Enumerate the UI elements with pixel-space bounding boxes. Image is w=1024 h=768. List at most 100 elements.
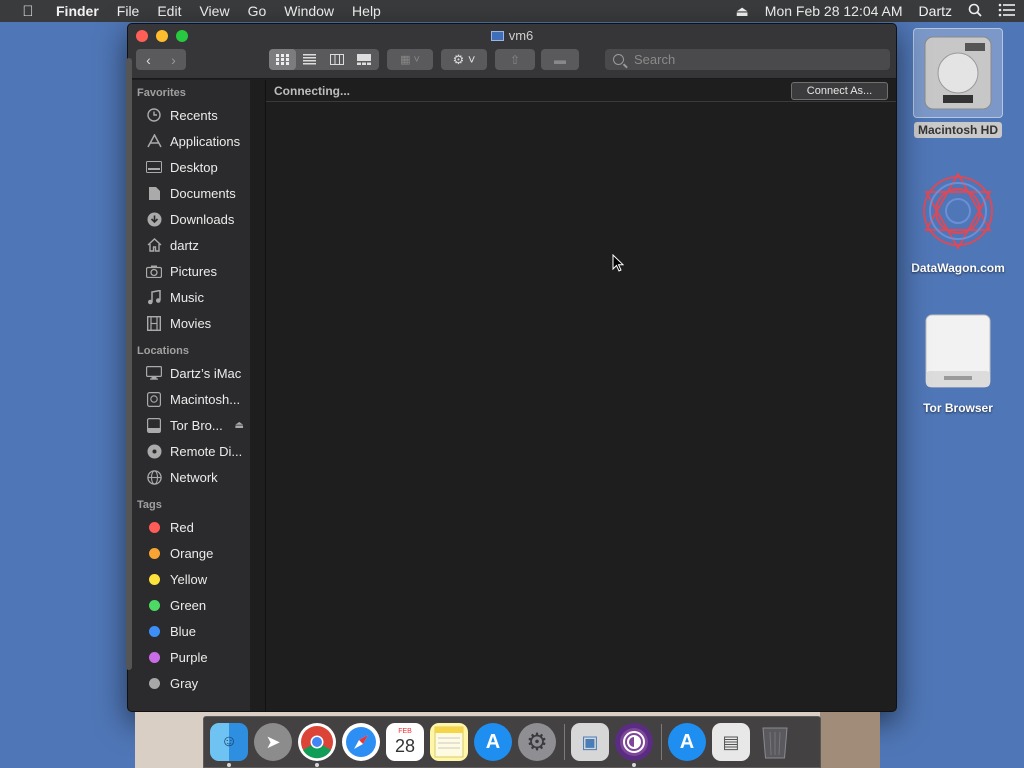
film-icon bbox=[145, 315, 163, 331]
sidebar-item-movies[interactable]: Movies bbox=[128, 310, 250, 336]
hard-disk-icon bbox=[913, 28, 1003, 118]
sidebar-item-macintosh-hd[interactable]: Macintosh... bbox=[128, 386, 250, 412]
sidebar-item-label: Green bbox=[170, 597, 207, 613]
desktop-icon-datawagon[interactable]: DataWagon.com bbox=[903, 166, 1013, 277]
share-button[interactable]: ⇧ bbox=[495, 49, 535, 70]
dock-documents-stack[interactable]: ▤ bbox=[712, 723, 750, 761]
menubar-clock[interactable]: Mon Feb 28 12:04 AM bbox=[765, 3, 903, 19]
dock-launchpad[interactable]: ➤ bbox=[254, 723, 292, 761]
forward-button[interactable]: › bbox=[161, 49, 186, 70]
tor-onion-icon bbox=[620, 728, 648, 756]
sidebar-item-label: Desktop bbox=[170, 159, 218, 175]
sidebar-item-downloads[interactable]: Downloads bbox=[128, 206, 250, 232]
dock-preview[interactable]: ▣ bbox=[571, 723, 609, 761]
window-toolbar: vm6 ‹ › ▦ ˅ ⚙ ˅ ⇧ ▬ Search bbox=[128, 24, 896, 79]
mouse-cursor-icon bbox=[612, 253, 625, 277]
app-store-icon: A bbox=[679, 730, 695, 753]
desktop-icon-label: DataWagon.com bbox=[911, 261, 1005, 275]
tag-color-dot bbox=[148, 547, 160, 559]
menu-go[interactable]: Go bbox=[239, 3, 276, 19]
download-icon bbox=[145, 211, 163, 227]
sidebar-scrollbar[interactable] bbox=[126, 58, 132, 670]
external-disk-icon bbox=[913, 306, 1003, 396]
globe-icon bbox=[145, 469, 163, 485]
group-by-button[interactable]: ▦ ˅ bbox=[387, 49, 433, 70]
spotlight-search-icon[interactable] bbox=[968, 3, 982, 20]
icon-view-button[interactable] bbox=[269, 49, 296, 70]
menubar-user[interactable]: Dartz bbox=[919, 3, 952, 19]
back-button[interactable]: ‹ bbox=[136, 49, 161, 70]
menu-help[interactable]: Help bbox=[343, 3, 390, 19]
navigation-buttons: ‹ › bbox=[136, 49, 186, 70]
desktop-icon-macintosh-hd[interactable]: Macintosh HD bbox=[903, 28, 1013, 139]
sidebar-tag-yellow[interactable]: Yellow bbox=[128, 566, 250, 592]
sidebar-tag-blue[interactable]: Blue bbox=[128, 618, 250, 644]
menu-finder[interactable]: Finder bbox=[56, 3, 108, 19]
sidebar-item-recents[interactable]: Recents bbox=[128, 102, 250, 128]
sidebar-item-applications[interactable]: Applications bbox=[128, 128, 250, 154]
dock-finder[interactable]: ☺ bbox=[210, 723, 248, 767]
sidebar-item-desktop[interactable]: Desktop bbox=[128, 154, 250, 180]
sidebar-item-remote-disc[interactable]: Remote Di... bbox=[128, 438, 250, 464]
desktop-icon-tor-browser[interactable]: Tor Browser bbox=[903, 306, 1013, 417]
home-icon bbox=[145, 237, 163, 253]
sidebar-item-label: Dartz’s iMac bbox=[170, 365, 242, 381]
sidebar-item-tor-browser[interactable]: Tor Bro... ⏏ bbox=[128, 412, 250, 438]
sidebar-tag-gray[interactable]: Gray bbox=[128, 670, 250, 696]
desktop-icon bbox=[145, 159, 163, 175]
menu-window[interactable]: Window bbox=[275, 3, 343, 19]
dock-safari[interactable] bbox=[342, 723, 380, 761]
dock-app-store[interactable]: A bbox=[474, 723, 512, 761]
tag-icon: ▬ bbox=[554, 52, 566, 67]
dock-notes[interactable] bbox=[430, 723, 468, 761]
apple-menu-icon[interactable]:  bbox=[0, 3, 56, 20]
sidebar-item-network[interactable]: Network bbox=[128, 464, 250, 490]
eject-icon[interactable]: ⏏ bbox=[736, 3, 749, 20]
sidebar-section-favorites: Favorites bbox=[137, 87, 186, 99]
menu-view[interactable]: View bbox=[190, 3, 238, 19]
sidebar-item-label: Gray bbox=[170, 675, 199, 691]
dock-trash[interactable] bbox=[756, 723, 794, 761]
dock-downloads-stack[interactable]: A bbox=[668, 723, 706, 761]
menu-edit[interactable]: Edit bbox=[148, 3, 190, 19]
sidebar-tag-green[interactable]: Green bbox=[128, 592, 250, 618]
edit-tags-button[interactable]: ▬ bbox=[541, 49, 579, 70]
connect-as-button[interactable]: Connect As... bbox=[791, 82, 888, 100]
app-store-icon: A bbox=[485, 730, 501, 753]
preview-icon: ▣ bbox=[581, 731, 599, 752]
sidebar-item-pictures[interactable]: Pictures bbox=[128, 258, 250, 284]
sidebar-item-documents[interactable]: Documents bbox=[128, 180, 250, 206]
running-indicator bbox=[632, 763, 636, 767]
calendar-day: 28 bbox=[394, 736, 416, 756]
dock-chrome[interactable] bbox=[298, 723, 336, 767]
list-view-button[interactable] bbox=[296, 49, 323, 70]
sidebar-item-dartz[interactable]: dartz bbox=[128, 232, 250, 258]
tag-color-dot bbox=[148, 521, 160, 533]
content-area[interactable]: Connecting... Connect As... bbox=[265, 80, 896, 711]
menu-file[interactable]: File bbox=[108, 3, 149, 19]
sidebar-item-label: Tor Bro... bbox=[170, 417, 223, 433]
desktop-icon-label: Macintosh HD bbox=[913, 122, 1002, 138]
connection-bar: Connecting... Connect As... bbox=[266, 80, 896, 102]
sidebar-item-label: Blue bbox=[170, 623, 197, 639]
sidebar-item-dartz-imac[interactable]: Dartz’s iMac bbox=[128, 360, 250, 386]
dock-system-preferences[interactable]: ⚙ bbox=[518, 723, 556, 761]
dock-tor-browser[interactable] bbox=[615, 723, 653, 767]
sidebar-tag-red[interactable]: Red bbox=[128, 514, 250, 540]
dock-calendar[interactable]: FEB 28 bbox=[386, 723, 424, 761]
sidebar-item-label: Movies bbox=[170, 315, 212, 331]
notification-center-icon[interactable] bbox=[998, 3, 1016, 20]
sidebar-tag-orange[interactable]: Orange bbox=[128, 540, 250, 566]
compass-icon bbox=[346, 727, 376, 757]
desktop-icon-label: Tor Browser bbox=[923, 401, 993, 415]
sidebar-item-music[interactable]: Music bbox=[128, 284, 250, 310]
tag-color-dot bbox=[148, 625, 160, 637]
sidebar-tag-purple[interactable]: Purple bbox=[128, 644, 250, 670]
eject-icon[interactable]: ⏏ bbox=[235, 420, 244, 431]
column-view-button[interactable] bbox=[323, 49, 350, 70]
hard-disk-icon bbox=[145, 391, 163, 407]
search-input[interactable] bbox=[634, 52, 864, 67]
gallery-view-button[interactable] bbox=[350, 49, 377, 70]
search-field[interactable] bbox=[605, 49, 890, 70]
action-menu-button[interactable]: ⚙ ˅ bbox=[441, 49, 487, 70]
